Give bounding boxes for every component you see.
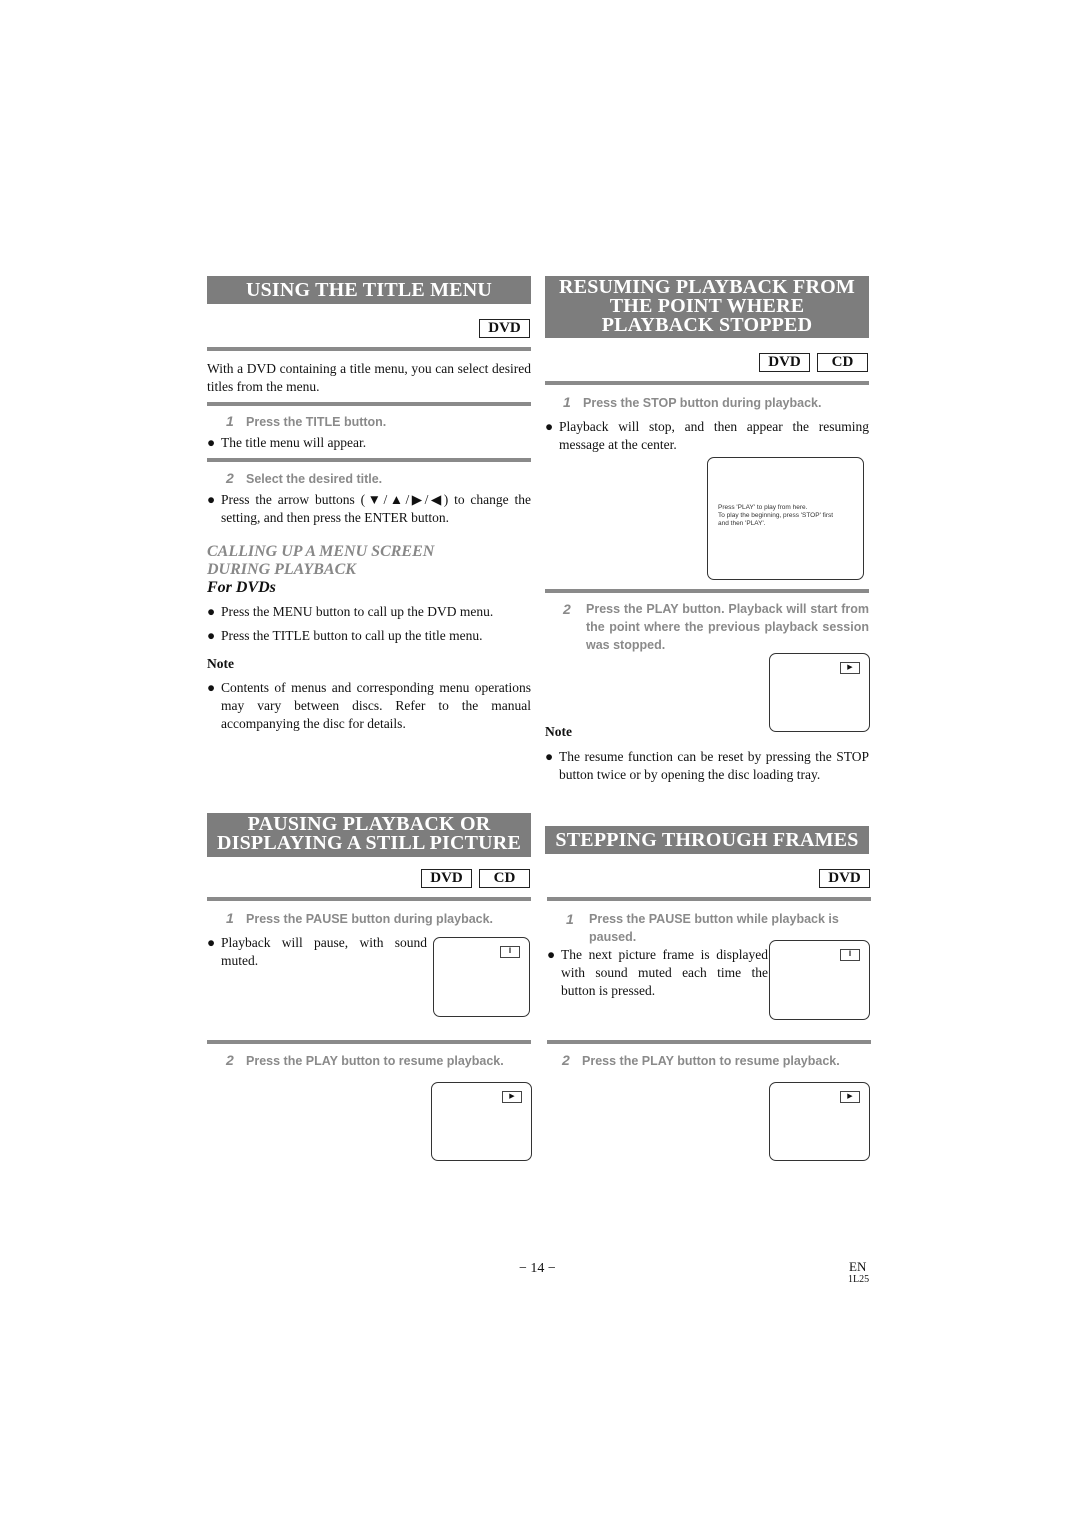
step-number: 2 (562, 1052, 570, 1068)
tv-screen-playing: ▶ (431, 1082, 532, 1161)
tv-screen-playing: ▶ (769, 1082, 870, 1161)
step-2: 2 Press the PLAY button to resume playbac… (226, 1051, 504, 1070)
section-heading-pausing: PAUSING PLAYBACK OR DISPLAYING A STILL P… (207, 813, 531, 857)
resume-message: Press 'PLAY' to play from here. To play … (718, 504, 833, 528)
pause-icon: ‖ (840, 949, 860, 961)
step-text: Press the PLAY button to resume playback… (246, 1054, 504, 1068)
step-text: Press the TITLE button. (246, 415, 387, 429)
subheading: CALLING UP A MENU SCREEN DURING PLAYBACK (207, 543, 434, 579)
step-2: 2 Press the PLAY button to resume playbac… (562, 1051, 840, 1070)
tv-screen-resume-message: Press 'PLAY' to play from here. To play … (707, 457, 864, 580)
message-line: Press 'PLAY' to play from here. (718, 504, 808, 511)
divider (207, 402, 531, 406)
step-number: 2 (226, 470, 234, 486)
step-number: 1 (226, 910, 234, 926)
bullet-icon: ● (545, 419, 554, 434)
bullet-icon: ● (207, 628, 216, 643)
play-icon: ▶ (840, 662, 860, 674)
divider (545, 589, 869, 593)
bullet-text: The next picture frame is displayed with… (561, 947, 768, 998)
step-text: Press the PLAY button to resume playback… (582, 1054, 840, 1068)
bullet-text: Contents of menus and corresponding menu… (221, 680, 531, 731)
note-text: ● Contents of menus and corresponding men… (207, 679, 531, 733)
divider (207, 347, 531, 351)
bullet-icon: ● (547, 947, 556, 962)
step-text: Press the PLAY button. Playback will sta… (586, 602, 869, 652)
dvd-badge: DVD (421, 869, 472, 888)
bullet-text: Press the arrow buttons (▼/▲/▶/◀) to cha… (221, 492, 531, 525)
cd-badge: CD (479, 869, 530, 888)
bullet-text: Press the MENU button to call up the DVD… (221, 604, 494, 619)
step-text: Press the PAUSE button while playback is (589, 912, 839, 926)
heading-text: USING THE TITLE MENU (245, 279, 493, 301)
bullet-icon: ● (545, 749, 554, 764)
bullet-icon: ● (207, 604, 216, 619)
bullet-text: Playback will pause, with sound muted. (221, 935, 427, 968)
section-heading-resuming: RESUMING PLAYBACK FROM THE POINT WHERE P… (545, 276, 869, 338)
bullet-icon: ● (207, 935, 216, 950)
step-number: 2 (226, 1052, 234, 1068)
bullet-icon: ● (207, 492, 216, 507)
pause-icon: ‖ (500, 946, 520, 958)
bullet-text: Press the TITLE button to call up the ti… (221, 628, 483, 643)
note-label: Note (545, 724, 572, 739)
dvd-badge: DVD (819, 869, 870, 888)
bullet-item: ● The title menu will appear. (207, 434, 531, 452)
divider (207, 897, 531, 901)
page-number: − 14 − (519, 1261, 556, 1276)
bullet-item: ● Press the arrow buttons (▼/▲/▶/◀) to ch… (207, 491, 531, 527)
step-text: Press the STOP button during playback. (583, 396, 822, 410)
step-text: Select the desired title. (246, 472, 383, 486)
step-number: 1 (226, 413, 234, 429)
divider (207, 1040, 531, 1044)
heading-text: DISPLAYING A STILL PICTURE (216, 832, 521, 854)
dvd-badge: DVD (759, 353, 810, 372)
step-number: 1 (566, 911, 574, 927)
divider (547, 897, 871, 901)
message-line: and then 'PLAY'. (718, 520, 766, 527)
dvd-badge: DVD (479, 319, 530, 338)
step-1: 1 Press the TITLE button. (226, 412, 386, 431)
bullet-text: The title menu will appear. (221, 435, 367, 450)
step-number: 1 (563, 394, 571, 410)
bullet-item: ● Playback will pause, with sound muted. (207, 934, 427, 970)
bullet-text: Playback will stop, and then appear the … (559, 419, 869, 452)
tv-screen-playing: ▶ (769, 653, 870, 732)
step-number: 2 (563, 601, 571, 617)
note-text: ● The resume function can be reset by pre… (545, 748, 869, 784)
subheading-line: DURING PLAYBACK (207, 561, 356, 578)
language-code: EN (849, 1259, 867, 1274)
section-heading-stepping: STEPPING THROUGH FRAMES (545, 826, 869, 854)
intro-text: With a DVD containing a title menu, you … (207, 361, 531, 394)
bullet-item: ● Press the TITLE button to call up the t… (207, 627, 541, 645)
message-line: To play the beginning, press 'STOP' firs… (718, 512, 834, 519)
cd-badge: CD (817, 353, 868, 372)
section-heading-title-menu: USING THE TITLE MENU (207, 276, 531, 304)
note-label: Note (207, 656, 234, 671)
subheading-line: CALLING UP A MENU SCREEN (207, 543, 435, 560)
bullet-text: The resume function can be reset by pres… (559, 749, 869, 782)
heading-text: STEPPING THROUGH FRAMES (555, 829, 859, 851)
divider (545, 381, 869, 385)
step-2: 2 Select the desired title. (226, 469, 382, 488)
tv-screen-paused: ‖ (769, 940, 870, 1020)
play-icon: ▶ (502, 1091, 522, 1103)
divider (547, 1040, 871, 1044)
bullet-item: ● Playback will stop, and then appear the… (545, 418, 869, 454)
divider (207, 458, 531, 462)
bullet-item: ● The next picture frame is displayed wit… (547, 946, 768, 1000)
bullet-icon: ● (207, 435, 216, 450)
bullet-item: ● Press the MENU button to call up the DV… (207, 603, 541, 621)
tv-screen-paused: ‖ (433, 937, 530, 1017)
step-2: 2 Press the PLAY button. Playback will st… (563, 600, 869, 654)
bullet-icon: ● (207, 680, 216, 695)
for-dvds-label: For DVDs (207, 579, 276, 596)
play-icon: ▶ (840, 1091, 860, 1103)
step-text: Press the PAUSE button during playback. (246, 912, 494, 926)
model-code: 1L25 (848, 1274, 870, 1285)
step-1: 1 Press the STOP button during playback. (563, 393, 821, 412)
step-1: 1 Press the PAUSE button during playback. (226, 909, 493, 928)
heading-text: PLAYBACK STOPPED (601, 314, 813, 336)
